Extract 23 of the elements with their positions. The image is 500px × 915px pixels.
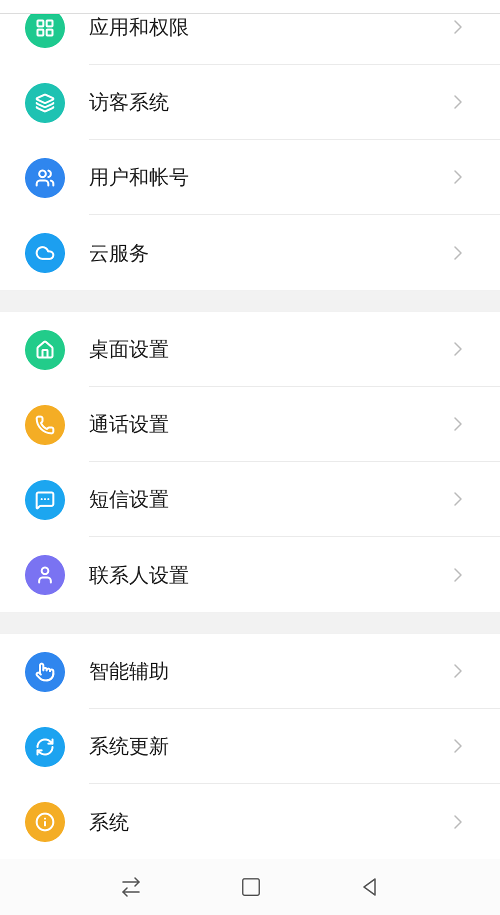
settings-item[interactable]: 应用和权限 [0,14,500,65]
item-label: 访客系统 [89,89,170,116]
settings-item[interactable]: 系统 [0,784,500,859]
item-label: 用户和帐号 [89,164,190,191]
settings-item[interactable]: 系统更新 [0,709,500,784]
settings-item[interactable]: 智能辅助 [0,634,500,709]
settings-item[interactable]: 云服务 [0,215,500,290]
item-label: 通话设置 [89,411,170,438]
item-label: 桌面设置 [89,336,170,363]
item-label: 短信设置 [89,486,170,513]
item-label: 系统 [89,808,130,836]
settings-item[interactable]: 联系人设置 [0,537,500,612]
item-label: 系统更新 [89,733,170,760]
item-label: 联系人设置 [89,562,190,588]
item-label: 云服务 [89,240,150,266]
item-label: 智能辅助 [89,658,170,685]
settings-item[interactable]: 通话设置 [0,387,500,462]
item-label: 应用和权限 [89,14,190,41]
settings-item[interactable]: 短信设置 [0,462,500,537]
settings-item[interactable]: 用户和帐号 [0,140,500,215]
home-button-icon[interactable] [240,876,262,898]
settings-item[interactable]: 访客系统 [0,65,500,140]
settings-item[interactable]: 桌面设置 [0,312,500,387]
